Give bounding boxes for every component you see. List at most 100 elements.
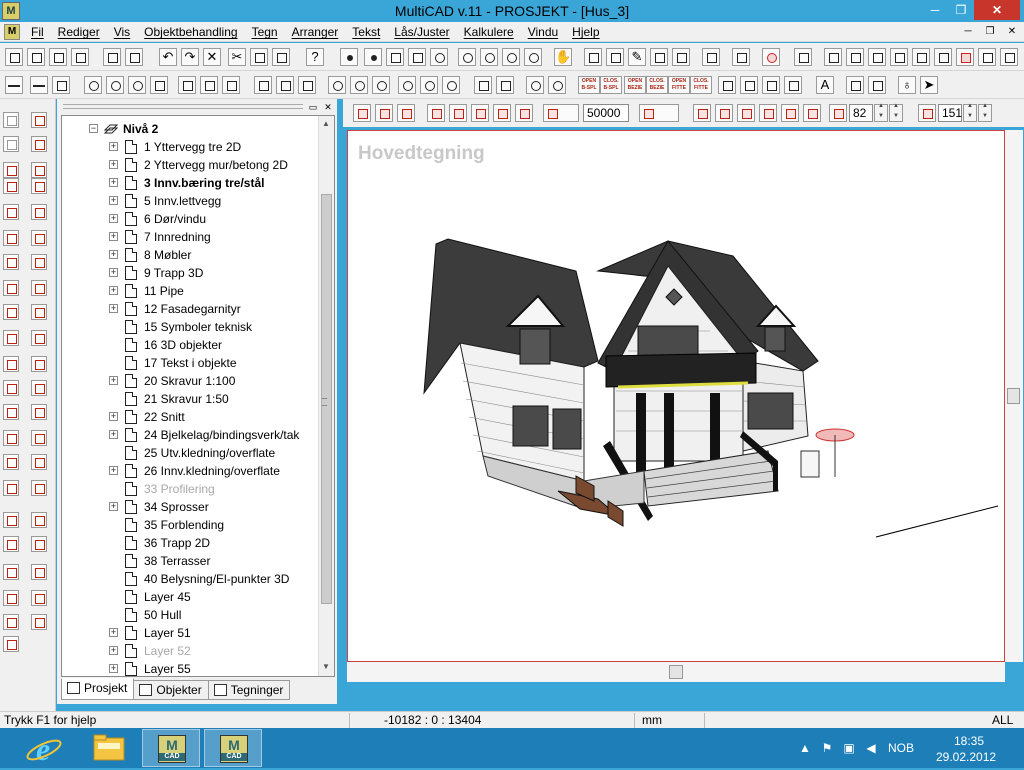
tool-left-37-icon[interactable] bbox=[3, 564, 19, 580]
angle-z-input[interactable]: 151 bbox=[938, 104, 962, 122]
snap-angle-icon[interactable] bbox=[386, 48, 404, 66]
beam-icon[interactable] bbox=[978, 48, 996, 66]
open-file-icon[interactable] bbox=[27, 48, 45, 66]
rect-rounded-icon[interactable] bbox=[298, 76, 316, 94]
snap-line-icon[interactable] bbox=[408, 48, 426, 66]
tool-left-14-icon[interactable] bbox=[31, 254, 47, 270]
tool-left-42-icon[interactable] bbox=[31, 614, 47, 630]
zoom-window-icon[interactable] bbox=[524, 48, 542, 66]
layer-tree-row[interactable]: +8 Møbler bbox=[62, 246, 316, 264]
cube-front-button[interactable] bbox=[427, 104, 445, 122]
action-center-flag-icon[interactable]: ⚑ bbox=[820, 741, 834, 755]
expand-icon[interactable]: + bbox=[109, 268, 118, 277]
drawing-canvas[interactable]: Hovedtegning bbox=[347, 130, 1005, 662]
print-icon[interactable] bbox=[103, 48, 121, 66]
close-button[interactable]: ✕ bbox=[974, 0, 1020, 20]
panel-restore-icon[interactable]: ▭ bbox=[307, 101, 319, 113]
snap-grid-icon[interactable] bbox=[340, 48, 358, 66]
multicad-taskbar-button-2[interactable]: M CAD bbox=[204, 729, 262, 767]
camera-icon[interactable] bbox=[702, 48, 720, 66]
canvas-vertical-scrollbar[interactable] bbox=[1005, 130, 1023, 662]
layer-tree-row[interactable]: 33 Profilering bbox=[62, 480, 316, 498]
roof-icon[interactable] bbox=[956, 48, 974, 66]
rect-rotated-icon[interactable] bbox=[276, 76, 294, 94]
sphere-icon[interactable] bbox=[762, 48, 780, 66]
rectangle-icon[interactable] bbox=[254, 76, 272, 94]
stair-icon[interactable] bbox=[868, 48, 886, 66]
layer-tree-row[interactable]: +12 Fasadegarnityr bbox=[62, 300, 316, 318]
tool-left-20-icon[interactable] bbox=[31, 330, 47, 346]
panel-close-icon[interactable]: ✕ bbox=[322, 101, 334, 113]
layer-tree-row[interactable]: 35 Forblending bbox=[62, 516, 316, 534]
layer-tree-row[interactable]: 15 Symboler teknisk bbox=[62, 318, 316, 336]
redo-icon[interactable]: ↷ bbox=[181, 48, 199, 66]
layer-tree-row[interactable]: +7 Innredning bbox=[62, 228, 316, 246]
tree-scrollbar[interactable]: ▲ ▼ bbox=[318, 116, 334, 676]
layer-tree-row[interactable]: +24 Bjelkelag/bindingsverk/tak bbox=[62, 426, 316, 444]
tool-left-21-icon[interactable] bbox=[3, 356, 19, 372]
ellipse-icon[interactable] bbox=[128, 76, 146, 94]
menu-item[interactable]: Hjelp bbox=[565, 25, 606, 39]
menu-item[interactable]: Vis bbox=[107, 25, 137, 39]
snap-center-icon[interactable] bbox=[430, 48, 448, 66]
expand-icon[interactable]: + bbox=[109, 196, 118, 205]
tool-left-39-icon[interactable] bbox=[3, 590, 19, 606]
tab-prosjekt[interactable]: Prosjekt bbox=[61, 678, 135, 700]
layer-hide-icon[interactable] bbox=[606, 48, 624, 66]
trim-icon[interactable] bbox=[178, 76, 196, 94]
delete-icon[interactable]: ✕ bbox=[203, 48, 221, 66]
column-icon[interactable] bbox=[846, 48, 864, 66]
tool-left-10-icon[interactable] bbox=[31, 204, 47, 220]
tool-left-28-icon[interactable] bbox=[31, 430, 47, 446]
zoom-view-button[interactable] bbox=[375, 104, 393, 122]
tool-left-12-icon[interactable] bbox=[31, 230, 47, 246]
tool-left-6-icon[interactable] bbox=[31, 162, 47, 178]
expand-icon[interactable]: + bbox=[109, 628, 118, 637]
arc-3pt-icon[interactable] bbox=[350, 76, 368, 94]
tool-left-4-icon[interactable] bbox=[31, 136, 47, 152]
menu-item[interactable]: Fil bbox=[31, 25, 51, 39]
expand-icon[interactable]: + bbox=[109, 160, 118, 169]
house-view-button[interactable] bbox=[397, 104, 415, 122]
object-icon[interactable] bbox=[794, 48, 812, 66]
open-bezier-button[interactable]: OPEN BEZIE bbox=[624, 76, 646, 94]
save-icon[interactable] bbox=[49, 48, 67, 66]
cube-top-button[interactable] bbox=[471, 104, 489, 122]
tool-left-27-icon[interactable] bbox=[3, 430, 19, 446]
expand-icon[interactable]: + bbox=[109, 466, 118, 475]
tool-left-19-icon[interactable] bbox=[3, 330, 19, 346]
expand-icon[interactable]: + bbox=[109, 142, 118, 151]
tool-left-15-icon[interactable] bbox=[3, 280, 19, 296]
layer-tree-row[interactable]: +3 Innv.bæring tre/stål bbox=[62, 174, 316, 192]
tool-left-2-icon[interactable] bbox=[31, 112, 47, 128]
tool-left-8-icon[interactable] bbox=[31, 178, 47, 194]
open-bspline-button[interactable]: OPEN B-SPL bbox=[578, 76, 600, 94]
expand-icon[interactable]: + bbox=[109, 502, 118, 511]
network-icon[interactable]: ▣ bbox=[842, 741, 856, 755]
print-preview-icon[interactable] bbox=[125, 48, 143, 66]
tool-left-41-icon[interactable] bbox=[3, 614, 19, 630]
text-icon[interactable]: A bbox=[816, 76, 834, 94]
layer-tree-row[interactable]: +5 Innv.lettvegg bbox=[62, 192, 316, 210]
tab-objekter[interactable]: Objekter bbox=[133, 680, 209, 700]
menu-item[interactable]: Tegn bbox=[245, 25, 285, 39]
tool-left-24-icon[interactable] bbox=[31, 380, 47, 396]
tool-left-43-icon[interactable] bbox=[3, 636, 19, 652]
help-icon[interactable]: ? bbox=[306, 48, 324, 66]
tool-left-11-icon[interactable] bbox=[3, 230, 19, 246]
circle-icon[interactable] bbox=[398, 76, 416, 94]
menu-item[interactable]: Objektbehandling bbox=[137, 25, 244, 39]
file-explorer-icon[interactable] bbox=[80, 729, 138, 767]
closed-bspline-button[interactable]: CLOS. B-SPL bbox=[600, 76, 622, 94]
expand-icon[interactable]: + bbox=[109, 664, 118, 673]
tool-left-35-icon[interactable] bbox=[3, 536, 19, 552]
layer-tree-row[interactable]: +22 Snitt bbox=[62, 408, 316, 426]
menu-item[interactable]: Arranger bbox=[285, 25, 346, 39]
layer-tree-row[interactable]: 16 3D objekter bbox=[62, 336, 316, 354]
polygon-icon[interactable] bbox=[150, 76, 168, 94]
mdi-minimize-button[interactable]: ─ bbox=[960, 24, 976, 39]
tool-left-38-icon[interactable] bbox=[31, 564, 47, 580]
paste-icon[interactable] bbox=[272, 48, 290, 66]
tree-level-row[interactable]: − Nivå 2 bbox=[62, 120, 316, 138]
expand-icon[interactable]: + bbox=[109, 286, 118, 295]
